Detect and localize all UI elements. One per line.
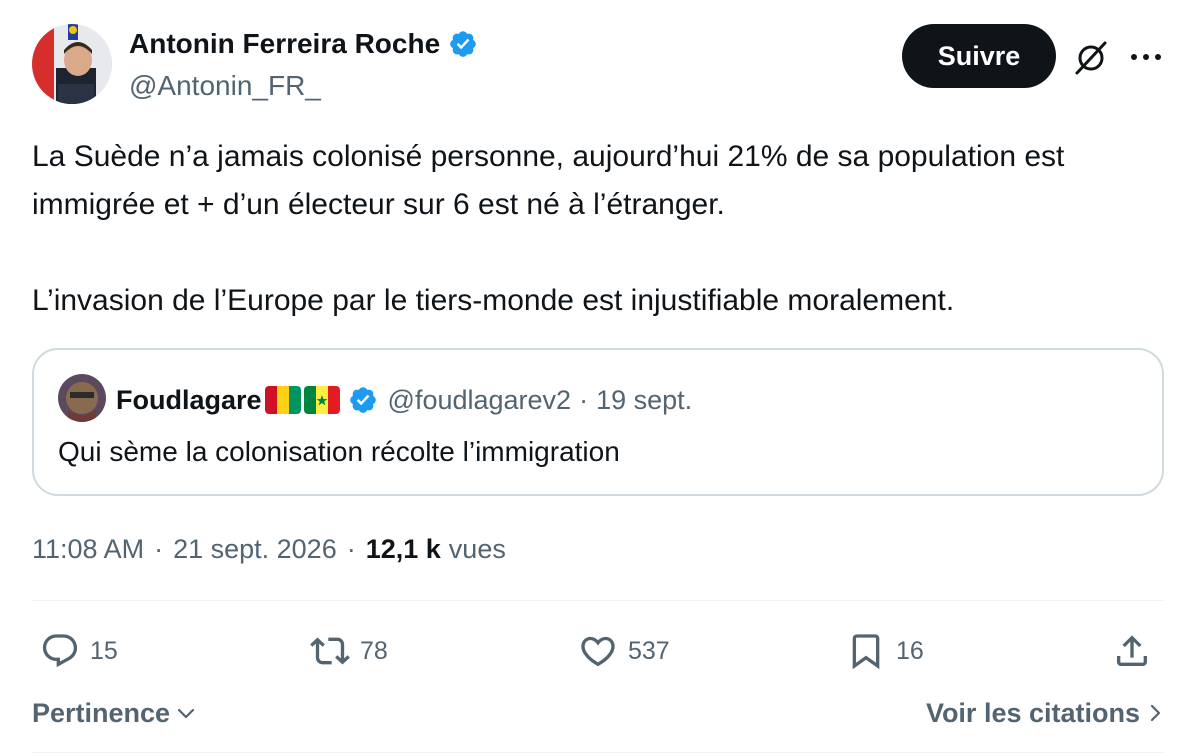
sort-dropdown[interactable]: Pertinence xyxy=(32,694,198,732)
quoted-separator: · xyxy=(579,385,589,415)
reply-button[interactable]: 15 xyxy=(40,626,118,676)
senegal-flag-icon xyxy=(303,386,340,414)
heart-icon xyxy=(581,636,615,667)
grok-icon[interactable] xyxy=(1073,40,1109,76)
verified-badge-icon xyxy=(450,31,476,57)
quoted-verified-badge-icon xyxy=(349,387,376,413)
reply-icon xyxy=(42,634,78,668)
author-avatar[interactable] xyxy=(32,24,112,104)
quoted-tweet-header: Foudlagare @foudlagarev2 · 19 sept. xyxy=(116,380,692,420)
author-name[interactable]: Antonin Ferreira Roche xyxy=(129,26,478,62)
divider-spacer xyxy=(32,690,1164,691)
quoted-tweet-text: Qui sème la colonisation récolte l’immig… xyxy=(58,436,620,467)
bookmark-icon xyxy=(852,634,880,670)
more-options-icon[interactable] xyxy=(1129,44,1163,70)
like-count: 537 xyxy=(628,636,670,665)
author-handle[interactable]: @Antonin_FR_ xyxy=(129,69,321,103)
share-icon xyxy=(1117,635,1147,666)
reply-count: 15 xyxy=(90,636,118,665)
tweet-time[interactable]: 11:08 AM xyxy=(32,531,144,567)
quoted-tweet-card[interactable]: Foudlagare @foudlagarev2 · 19 sept. Qui … xyxy=(32,348,1164,496)
author-name-text[interactable]: Antonin Ferreira Roche xyxy=(129,26,440,62)
meta-separator: · xyxy=(154,534,164,564)
tweet-date[interactable]: 21 sept. 2026 xyxy=(173,531,337,567)
repost-button[interactable]: 78 xyxy=(310,626,388,676)
quoted-author-name: Foudlagare xyxy=(116,385,262,415)
divider-top xyxy=(32,600,1164,601)
views-count: 12,1 k xyxy=(365,534,441,564)
repost-icon xyxy=(310,637,350,665)
views-label: vues xyxy=(448,534,506,564)
tweet-meta: 11:08 AM · 21 sept. 2026 · 12,1 k vues xyxy=(32,531,506,567)
quoted-author-avatar xyxy=(58,374,106,422)
like-button[interactable]: 537 xyxy=(578,626,670,676)
tweet-paragraph-1: La Suède n’a jamais colonisé personne, a… xyxy=(32,140,1065,221)
bookmark-count: 16 xyxy=(896,636,924,665)
repost-count: 78 xyxy=(360,636,388,665)
quoted-author-handle: @foudlagarev2 xyxy=(387,385,572,415)
tweet-text: La Suède n’a jamais colonisé personne, a… xyxy=(32,133,1162,325)
meta-separator-2: · xyxy=(346,534,356,564)
guinea-flag-icon xyxy=(264,386,301,414)
tweet-detail: Antonin Ferreira Roche @Antonin_FR_ Suiv… xyxy=(0,0,1196,756)
share-button[interactable] xyxy=(1112,626,1152,676)
tweet-paragraph-2: L’invasion de l’Europe par le tiers-mond… xyxy=(32,284,955,317)
divider-bottom xyxy=(32,752,1164,753)
chevron-down-icon xyxy=(177,708,195,719)
chevron-right-icon xyxy=(1150,704,1161,722)
follow-button[interactable]: Suivre xyxy=(902,24,1056,88)
view-quotes-link[interactable]: Voir les citations xyxy=(926,694,1164,732)
sort-label: Pertinence xyxy=(32,697,171,728)
bookmark-button[interactable]: 16 xyxy=(846,626,924,676)
view-quotes-label: Voir les citations xyxy=(925,697,1140,728)
quoted-date: 19 sept. xyxy=(596,385,693,415)
